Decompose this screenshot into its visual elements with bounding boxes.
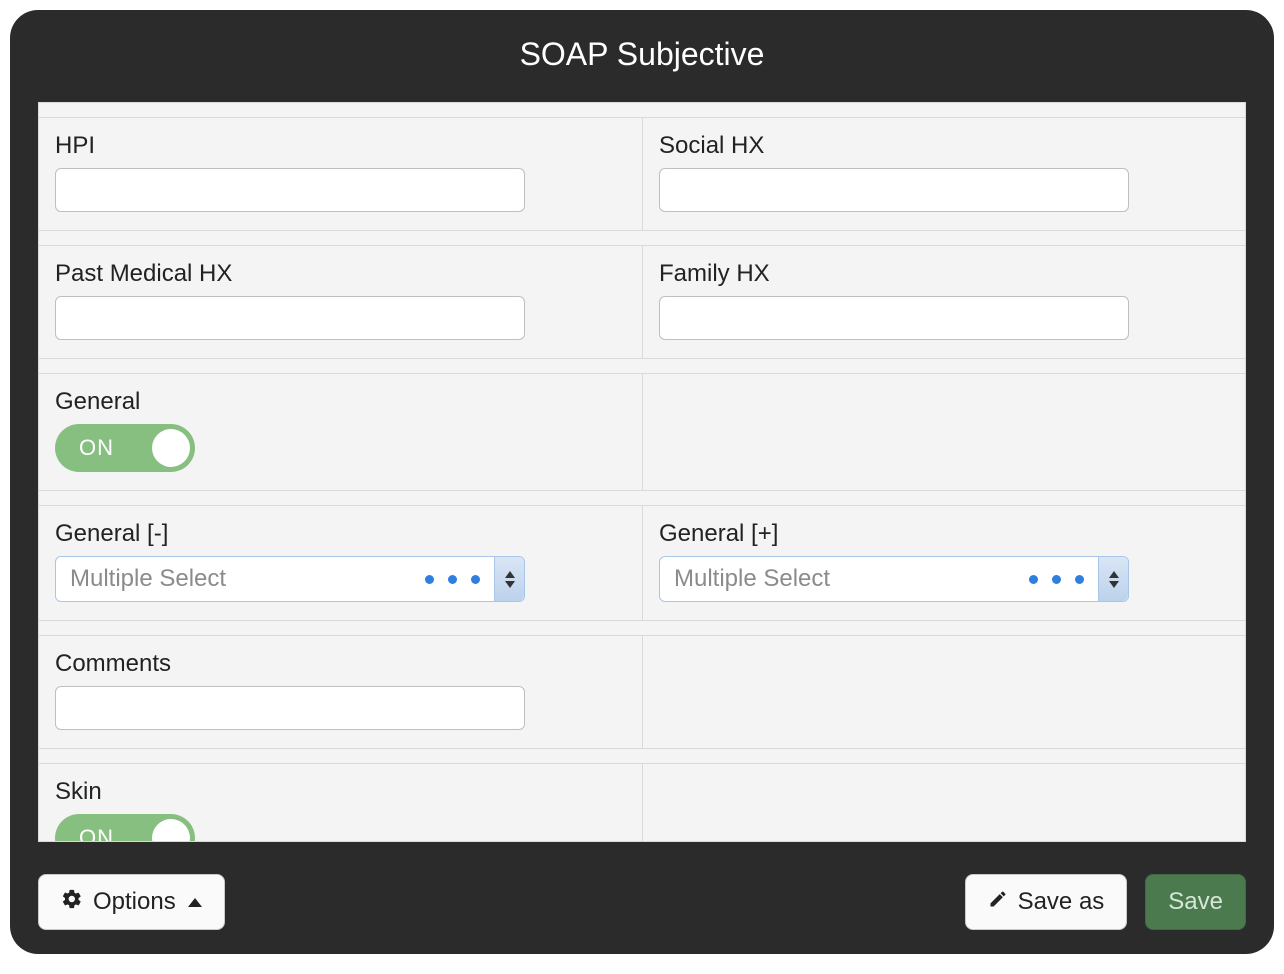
multiselect-general-neg[interactable]: Multiple Select <box>55 556 525 602</box>
label-social-hx: Social HX <box>659 132 1229 160</box>
multiselect-general-neg-placeholder: Multiple Select <box>70 565 226 593</box>
cell-empty-3 <box>642 764 1245 841</box>
toggle-knob-icon <box>152 819 190 841</box>
input-family-hx[interactable] <box>659 296 1129 340</box>
label-past-medical-hx: Past Medical HX <box>55 260 626 288</box>
input-hpi[interactable] <box>55 168 525 212</box>
footer-right-buttons: Save as Save <box>965 874 1246 930</box>
row-pmhx-familyhx: Past Medical HX Family HX <box>39 245 1245 359</box>
label-family-hx: Family HX <box>659 260 1229 288</box>
dots-indicator-icon <box>425 575 480 584</box>
row-hpi-socialhx: HPI Social HX <box>39 117 1245 231</box>
gear-icon <box>61 888 83 917</box>
cell-social-hx: Social HX <box>642 118 1245 230</box>
caret-up-icon <box>188 898 202 907</box>
toggle-skin[interactable]: ON <box>55 814 195 841</box>
toggle-knob-icon <box>152 429 190 467</box>
cell-general-toggle: General ON <box>39 374 642 490</box>
toggle-skin-state: ON <box>79 825 114 841</box>
titlebar: SOAP Subjective <box>10 10 1274 98</box>
cell-comments: Comments <box>39 636 642 748</box>
stepper-icon[interactable] <box>1098 557 1128 601</box>
cell-skin-toggle: Skin ON <box>39 764 642 841</box>
save-button[interactable]: Save <box>1145 874 1246 930</box>
label-general: General <box>55 388 626 416</box>
save-as-button[interactable]: Save as <box>965 874 1128 930</box>
label-skin: Skin <box>55 778 626 806</box>
input-social-hx[interactable] <box>659 168 1129 212</box>
options-button-label: Options <box>93 888 176 916</box>
content-area: HPI Social HX Past Medical HX Family HX <box>38 102 1246 842</box>
row-skin-toggle: Skin ON <box>39 763 1245 841</box>
footer: Options Save as Save <box>38 868 1246 936</box>
input-past-medical-hx[interactable] <box>55 296 525 340</box>
toggle-general[interactable]: ON <box>55 424 195 472</box>
label-comments: Comments <box>55 650 626 678</box>
input-comments[interactable] <box>55 686 525 730</box>
label-hpi: HPI <box>55 132 626 160</box>
window-title: SOAP Subjective <box>520 36 765 73</box>
cell-general-pos: General [+] Multiple Select <box>642 506 1245 620</box>
label-general-neg: General [-] <box>55 520 626 548</box>
scroll-region[interactable]: HPI Social HX Past Medical HX Family HX <box>39 103 1245 841</box>
cell-general-neg: General [-] Multiple Select <box>39 506 642 620</box>
multiselect-general-pos-placeholder: Multiple Select <box>674 565 830 593</box>
dots-indicator-icon <box>1029 575 1084 584</box>
cell-empty-2 <box>642 636 1245 748</box>
stepper-icon[interactable] <box>494 557 524 601</box>
cell-empty-1 <box>642 374 1245 490</box>
toggle-general-state: ON <box>79 435 114 461</box>
save-as-button-label: Save as <box>1018 888 1105 916</box>
cell-hpi: HPI <box>39 118 642 230</box>
row-general-selects: General [-] Multiple Select <box>39 505 1245 621</box>
pencil-icon <box>988 888 1008 916</box>
soap-subjective-window: SOAP Subjective HPI Social HX Past Med <box>10 10 1274 954</box>
row-general-toggle: General ON <box>39 373 1245 491</box>
options-button[interactable]: Options <box>38 874 225 930</box>
row-comments: Comments <box>39 635 1245 749</box>
multiselect-general-pos[interactable]: Multiple Select <box>659 556 1129 602</box>
label-general-pos: General [+] <box>659 520 1229 548</box>
cell-family-hx: Family HX <box>642 246 1245 358</box>
save-button-label: Save <box>1168 888 1223 916</box>
cell-past-medical-hx: Past Medical HX <box>39 246 642 358</box>
